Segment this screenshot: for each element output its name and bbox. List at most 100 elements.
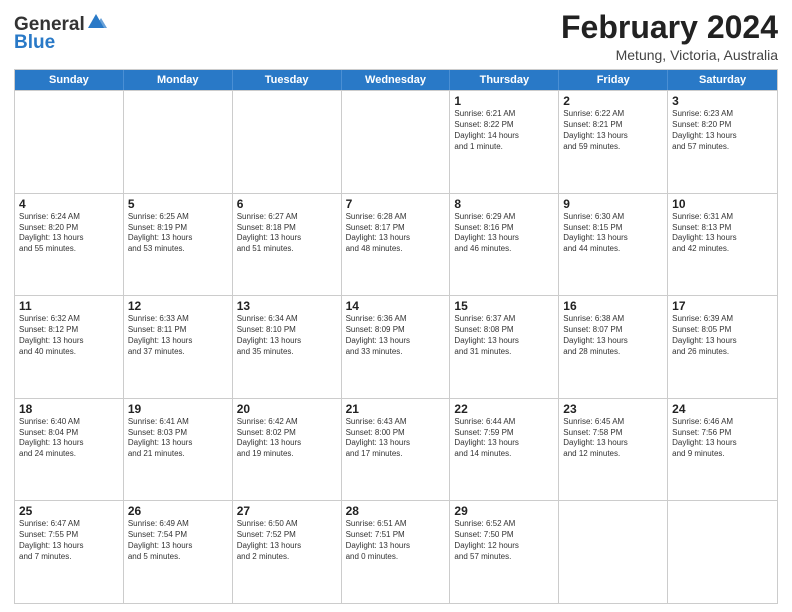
cell-info: Sunrise: 6:49 AM Sunset: 7:54 PM Dayligh… xyxy=(128,519,228,562)
calendar-cell: 9Sunrise: 6:30 AM Sunset: 8:15 PM Daylig… xyxy=(559,194,668,296)
cell-day-number: 11 xyxy=(19,299,119,313)
cell-day-number: 7 xyxy=(346,197,446,211)
cell-info: Sunrise: 6:39 AM Sunset: 8:05 PM Dayligh… xyxy=(672,314,773,357)
page: General Blue February 2024 Metung, Victo… xyxy=(0,0,792,612)
cell-info: Sunrise: 6:34 AM Sunset: 8:10 PM Dayligh… xyxy=(237,314,337,357)
calendar-cell: 20Sunrise: 6:42 AM Sunset: 8:02 PM Dayli… xyxy=(233,399,342,501)
calendar-cell: 1Sunrise: 6:21 AM Sunset: 8:22 PM Daylig… xyxy=(450,91,559,193)
calendar-body: 1Sunrise: 6:21 AM Sunset: 8:22 PM Daylig… xyxy=(15,90,777,603)
calendar-cell xyxy=(668,501,777,603)
cell-info: Sunrise: 6:51 AM Sunset: 7:51 PM Dayligh… xyxy=(346,519,446,562)
cell-day-number: 18 xyxy=(19,402,119,416)
cell-day-number: 19 xyxy=(128,402,228,416)
logo-chevron-icon xyxy=(88,14,110,30)
calendar-cell: 2Sunrise: 6:22 AM Sunset: 8:21 PM Daylig… xyxy=(559,91,668,193)
cell-info: Sunrise: 6:46 AM Sunset: 7:56 PM Dayligh… xyxy=(672,417,773,460)
calendar: SundayMondayTuesdayWednesdayThursdayFrid… xyxy=(14,69,778,604)
calendar-cell: 15Sunrise: 6:37 AM Sunset: 8:08 PM Dayli… xyxy=(450,296,559,398)
cell-info: Sunrise: 6:33 AM Sunset: 8:11 PM Dayligh… xyxy=(128,314,228,357)
cell-info: Sunrise: 6:25 AM Sunset: 8:19 PM Dayligh… xyxy=(128,212,228,255)
cell-info: Sunrise: 6:38 AM Sunset: 8:07 PM Dayligh… xyxy=(563,314,663,357)
calendar-row: 18Sunrise: 6:40 AM Sunset: 8:04 PM Dayli… xyxy=(15,398,777,501)
cell-day-number: 23 xyxy=(563,402,663,416)
cell-info: Sunrise: 6:40 AM Sunset: 8:04 PM Dayligh… xyxy=(19,417,119,460)
calendar-cell: 13Sunrise: 6:34 AM Sunset: 8:10 PM Dayli… xyxy=(233,296,342,398)
calendar-cell: 18Sunrise: 6:40 AM Sunset: 8:04 PM Dayli… xyxy=(15,399,124,501)
cell-info: Sunrise: 6:31 AM Sunset: 8:13 PM Dayligh… xyxy=(672,212,773,255)
cell-info: Sunrise: 6:23 AM Sunset: 8:20 PM Dayligh… xyxy=(672,109,773,152)
calendar-cell: 8Sunrise: 6:29 AM Sunset: 8:16 PM Daylig… xyxy=(450,194,559,296)
calendar-cell: 5Sunrise: 6:25 AM Sunset: 8:19 PM Daylig… xyxy=(124,194,233,296)
title-block: February 2024 Metung, Victoria, Australi… xyxy=(561,10,778,63)
cell-info: Sunrise: 6:21 AM Sunset: 8:22 PM Dayligh… xyxy=(454,109,554,152)
calendar-header-row: SundayMondayTuesdayWednesdayThursdayFrid… xyxy=(15,70,777,90)
cell-day-number: 14 xyxy=(346,299,446,313)
calendar-header-cell: Tuesday xyxy=(233,70,342,90)
calendar-cell: 6Sunrise: 6:27 AM Sunset: 8:18 PM Daylig… xyxy=(233,194,342,296)
calendar-header-cell: Friday xyxy=(559,70,668,90)
cell-info: Sunrise: 6:50 AM Sunset: 7:52 PM Dayligh… xyxy=(237,519,337,562)
cell-day-number: 4 xyxy=(19,197,119,211)
cell-day-number: 6 xyxy=(237,197,337,211)
main-title: February 2024 xyxy=(561,10,778,45)
calendar-cell: 10Sunrise: 6:31 AM Sunset: 8:13 PM Dayli… xyxy=(668,194,777,296)
cell-day-number: 20 xyxy=(237,402,337,416)
calendar-cell: 27Sunrise: 6:50 AM Sunset: 7:52 PM Dayli… xyxy=(233,501,342,603)
cell-day-number: 8 xyxy=(454,197,554,211)
cell-info: Sunrise: 6:24 AM Sunset: 8:20 PM Dayligh… xyxy=(19,212,119,255)
calendar-cell: 16Sunrise: 6:38 AM Sunset: 8:07 PM Dayli… xyxy=(559,296,668,398)
calendar-cell: 7Sunrise: 6:28 AM Sunset: 8:17 PM Daylig… xyxy=(342,194,451,296)
logo-blue-text: Blue xyxy=(14,32,55,54)
cell-day-number: 27 xyxy=(237,504,337,518)
calendar-cell xyxy=(124,91,233,193)
cell-info: Sunrise: 6:29 AM Sunset: 8:16 PM Dayligh… xyxy=(454,212,554,255)
calendar-cell: 24Sunrise: 6:46 AM Sunset: 7:56 PM Dayli… xyxy=(668,399,777,501)
cell-day-number: 9 xyxy=(563,197,663,211)
calendar-cell: 25Sunrise: 6:47 AM Sunset: 7:55 PM Dayli… xyxy=(15,501,124,603)
cell-info: Sunrise: 6:45 AM Sunset: 7:58 PM Dayligh… xyxy=(563,417,663,460)
cell-info: Sunrise: 6:27 AM Sunset: 8:18 PM Dayligh… xyxy=(237,212,337,255)
cell-day-number: 17 xyxy=(672,299,773,313)
cell-day-number: 5 xyxy=(128,197,228,211)
cell-info: Sunrise: 6:52 AM Sunset: 7:50 PM Dayligh… xyxy=(454,519,554,562)
calendar-cell: 22Sunrise: 6:44 AM Sunset: 7:59 PM Dayli… xyxy=(450,399,559,501)
cell-day-number: 13 xyxy=(237,299,337,313)
cell-day-number: 28 xyxy=(346,504,446,518)
cell-day-number: 26 xyxy=(128,504,228,518)
cell-day-number: 25 xyxy=(19,504,119,518)
calendar-cell: 26Sunrise: 6:49 AM Sunset: 7:54 PM Dayli… xyxy=(124,501,233,603)
calendar-cell: 4Sunrise: 6:24 AM Sunset: 8:20 PM Daylig… xyxy=(15,194,124,296)
calendar-cell xyxy=(233,91,342,193)
calendar-cell: 28Sunrise: 6:51 AM Sunset: 7:51 PM Dayli… xyxy=(342,501,451,603)
cell-day-number: 21 xyxy=(346,402,446,416)
cell-info: Sunrise: 6:30 AM Sunset: 8:15 PM Dayligh… xyxy=(563,212,663,255)
calendar-cell: 23Sunrise: 6:45 AM Sunset: 7:58 PM Dayli… xyxy=(559,399,668,501)
calendar-header-cell: Wednesday xyxy=(342,70,451,90)
cell-info: Sunrise: 6:44 AM Sunset: 7:59 PM Dayligh… xyxy=(454,417,554,460)
cell-day-number: 12 xyxy=(128,299,228,313)
calendar-row: 4Sunrise: 6:24 AM Sunset: 8:20 PM Daylig… xyxy=(15,193,777,296)
calendar-cell: 19Sunrise: 6:41 AM Sunset: 8:03 PM Dayli… xyxy=(124,399,233,501)
cell-info: Sunrise: 6:28 AM Sunset: 8:17 PM Dayligh… xyxy=(346,212,446,255)
cell-info: Sunrise: 6:37 AM Sunset: 8:08 PM Dayligh… xyxy=(454,314,554,357)
calendar-cell: 11Sunrise: 6:32 AM Sunset: 8:12 PM Dayli… xyxy=(15,296,124,398)
calendar-cell xyxy=(342,91,451,193)
cell-info: Sunrise: 6:41 AM Sunset: 8:03 PM Dayligh… xyxy=(128,417,228,460)
cell-day-number: 3 xyxy=(672,94,773,108)
calendar-cell: 29Sunrise: 6:52 AM Sunset: 7:50 PM Dayli… xyxy=(450,501,559,603)
cell-info: Sunrise: 6:22 AM Sunset: 8:21 PM Dayligh… xyxy=(563,109,663,152)
calendar-header-cell: Sunday xyxy=(15,70,124,90)
cell-day-number: 15 xyxy=(454,299,554,313)
cell-day-number: 22 xyxy=(454,402,554,416)
calendar-row: 1Sunrise: 6:21 AM Sunset: 8:22 PM Daylig… xyxy=(15,90,777,193)
calendar-header-cell: Monday xyxy=(124,70,233,90)
cell-day-number: 2 xyxy=(563,94,663,108)
calendar-cell xyxy=(15,91,124,193)
calendar-cell: 12Sunrise: 6:33 AM Sunset: 8:11 PM Dayli… xyxy=(124,296,233,398)
calendar-cell xyxy=(559,501,668,603)
calendar-cell: 17Sunrise: 6:39 AM Sunset: 8:05 PM Dayli… xyxy=(668,296,777,398)
calendar-row: 11Sunrise: 6:32 AM Sunset: 8:12 PM Dayli… xyxy=(15,295,777,398)
logo: General Blue xyxy=(14,14,110,54)
header: General Blue February 2024 Metung, Victo… xyxy=(14,10,778,63)
cell-info: Sunrise: 6:32 AM Sunset: 8:12 PM Dayligh… xyxy=(19,314,119,357)
